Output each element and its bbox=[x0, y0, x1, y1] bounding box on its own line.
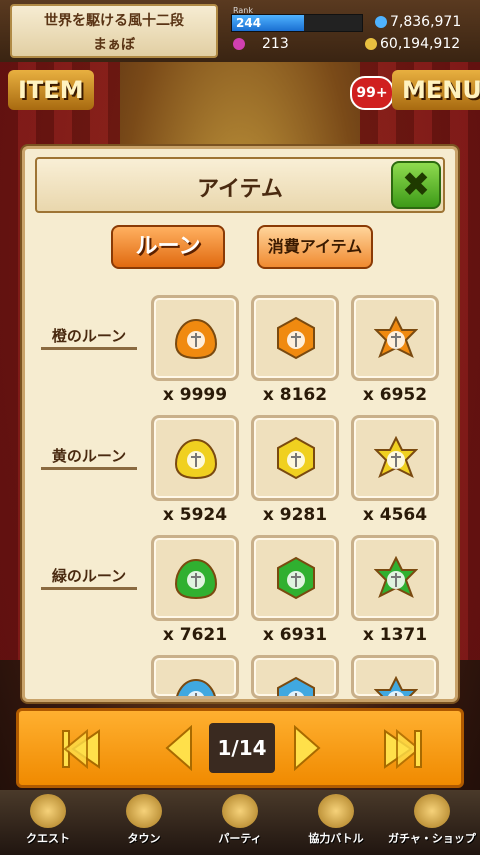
row-label-underline bbox=[41, 467, 137, 470]
rune-quantity: x 8162 bbox=[262, 385, 328, 405]
menu-button[interactable]: MENU bbox=[392, 70, 480, 110]
dialog-title: アイテム bbox=[197, 177, 283, 202]
rank-bar: 244 bbox=[231, 14, 363, 32]
nav-party[interactable]: パーティ bbox=[192, 830, 288, 846]
rune-quantity: x 6952 bbox=[362, 385, 428, 405]
hexagon-rune-icon bbox=[274, 676, 318, 696]
gem-icon bbox=[233, 38, 245, 50]
rune-slot[interactable] bbox=[151, 295, 239, 381]
rune-slot-partial[interactable] bbox=[251, 655, 339, 699]
last-page-icon[interactable] bbox=[383, 729, 423, 769]
coin-icon bbox=[365, 38, 377, 50]
nav-town[interactable]: タウン bbox=[96, 830, 192, 846]
rune-quantity: x 1371 bbox=[362, 625, 428, 645]
rune-slot[interactable] bbox=[151, 415, 239, 501]
star-rune-icon bbox=[373, 315, 419, 360]
close-icon: ✖ bbox=[401, 165, 431, 205]
status-bar: 世界を駆ける風十二段 まぁぼ Rank 244 7,836,971 213 60… bbox=[0, 0, 480, 62]
rune-quantity: x 4564 bbox=[362, 505, 428, 525]
drop-rune-icon bbox=[174, 436, 218, 480]
rune-slot[interactable] bbox=[351, 415, 439, 501]
gold-value: 7,836,971 bbox=[390, 14, 462, 30]
pager-bar: 1/14 bbox=[16, 708, 464, 788]
rune-row-label: 黄のルーン bbox=[51, 447, 127, 465]
guild-plate[interactable]: 世界を駆ける風十二段 まぁぼ bbox=[10, 4, 218, 58]
gem-stat: 213 bbox=[233, 36, 289, 52]
nav-quest[interactable]: クエスト bbox=[0, 830, 96, 846]
rune-slot[interactable] bbox=[251, 535, 339, 621]
dialog-header: アイテム bbox=[35, 157, 445, 213]
rune-slot[interactable] bbox=[251, 415, 339, 501]
row-label-underline bbox=[41, 587, 137, 590]
rune-quantity: x 9999 bbox=[162, 385, 228, 405]
gold-stat: 7,836,971 bbox=[375, 14, 461, 30]
coop-battle-icon[interactable] bbox=[318, 794, 354, 828]
hexagon-rune-icon bbox=[274, 436, 318, 480]
rune-slot[interactable] bbox=[151, 535, 239, 621]
gold-icon bbox=[375, 16, 387, 28]
party-icon[interactable] bbox=[222, 794, 258, 828]
quest-icon[interactable] bbox=[30, 794, 66, 828]
item-dialog: アイテム ✖ ルーン 消費アイテム 橙のルーン x 9999 x 8162 x 695… bbox=[22, 146, 458, 702]
row-label-underline bbox=[41, 347, 137, 350]
bottom-nav: クエスト タウン パーティ 協力バトル ガチャ・ショップ bbox=[0, 790, 480, 855]
player-name: まぁぼ bbox=[93, 37, 135, 53]
next-page-icon[interactable] bbox=[293, 725, 321, 771]
star-rune-icon bbox=[373, 435, 419, 480]
gem-value: 213 bbox=[262, 36, 289, 52]
close-button[interactable]: ✖ bbox=[391, 161, 441, 209]
star-rune-icon bbox=[373, 555, 419, 600]
town-icon[interactable] bbox=[126, 794, 162, 828]
tab-consumable[interactable]: 消費アイテム bbox=[257, 225, 373, 269]
gacha-shop-icon[interactable] bbox=[414, 794, 450, 828]
hexagon-rune-icon bbox=[274, 556, 318, 600]
rune-slot[interactable] bbox=[351, 295, 439, 381]
page-indicator: 1/14 bbox=[209, 723, 275, 773]
drop-rune-icon bbox=[174, 316, 218, 360]
first-page-icon[interactable] bbox=[61, 729, 101, 769]
rune-quantity: x 9281 bbox=[262, 505, 328, 525]
drop-rune-icon bbox=[174, 676, 218, 696]
rank-value: 244 bbox=[236, 16, 262, 30]
nav-coop-battle[interactable]: 協力バトル bbox=[288, 830, 384, 846]
nav-gacha-shop[interactable]: ガチャ・ショップ bbox=[384, 830, 480, 846]
notification-badge: 99+ bbox=[350, 76, 394, 110]
rune-slot-partial[interactable] bbox=[151, 655, 239, 699]
star-rune-icon bbox=[373, 675, 419, 696]
drop-rune-icon bbox=[174, 556, 218, 600]
rune-quantity: x 7621 bbox=[162, 625, 228, 645]
rune-row-label: 緑のルーン bbox=[51, 567, 127, 585]
rune-row-label: 橙のルーン bbox=[51, 327, 127, 345]
hexagon-rune-icon bbox=[274, 316, 318, 360]
rune-slot-partial[interactable] bbox=[351, 655, 439, 699]
guild-name: 世界を駆ける風十二段 bbox=[44, 13, 184, 29]
rank-box: Rank 244 7,836,971 213 60,194,912 bbox=[225, 6, 475, 56]
rune-slot[interactable] bbox=[251, 295, 339, 381]
rune-quantity: x 5924 bbox=[162, 505, 228, 525]
rune-quantity: x 6931 bbox=[262, 625, 328, 645]
tab-rune[interactable]: ルーン bbox=[111, 225, 225, 269]
coin-stat: 60,194,912 bbox=[365, 36, 460, 52]
item-button[interactable]: ITEM bbox=[8, 70, 94, 110]
prev-page-icon[interactable] bbox=[165, 725, 193, 771]
coin-value: 60,194,912 bbox=[380, 36, 461, 52]
rune-slot[interactable] bbox=[351, 535, 439, 621]
